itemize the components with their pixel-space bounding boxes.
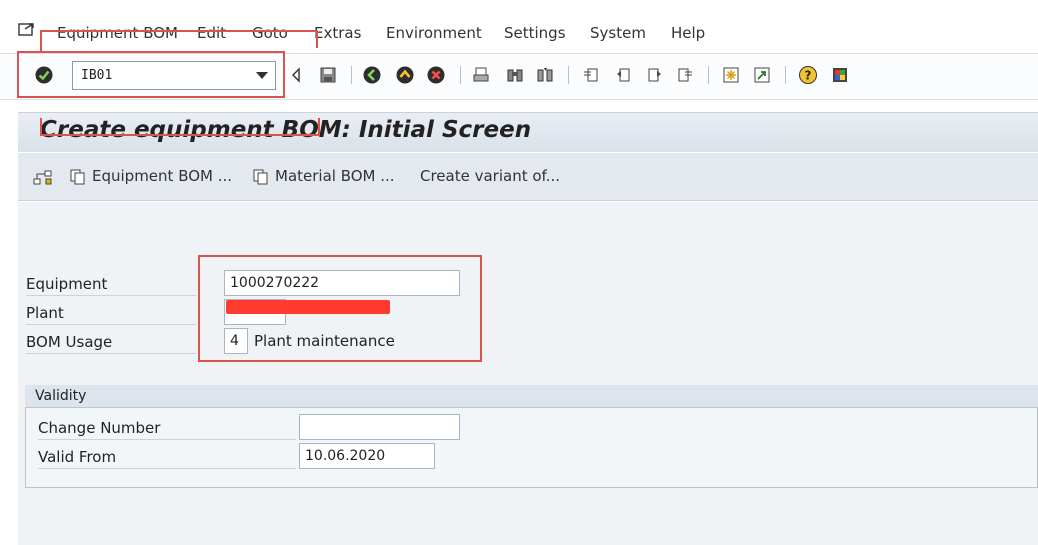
- annotation-highlight-box: [17, 51, 285, 98]
- menu-help[interactable]: Help: [671, 24, 705, 42]
- find-icon[interactable]: [505, 64, 525, 86]
- material-bom-button[interactable]: Material BOM ...: [275, 167, 395, 185]
- svg-text:?: ?: [805, 69, 812, 83]
- copy-icon: [68, 166, 88, 188]
- exit-icon[interactable]: [395, 64, 415, 86]
- page-title: Create equipment BOM: Initial Screen: [40, 117, 532, 143]
- plant-label: Plant: [26, 299, 196, 325]
- menu-system[interactable]: System: [590, 24, 646, 42]
- shortcut-icon[interactable]: [752, 64, 772, 86]
- equipment-label: Equipment: [26, 270, 196, 296]
- create-variant-button[interactable]: Create variant of...: [420, 167, 560, 185]
- valid-from-label: Valid From: [38, 444, 296, 469]
- toolbar-separator: [568, 66, 569, 84]
- hierarchy-icon[interactable]: [33, 166, 53, 188]
- annotation-line: [316, 30, 318, 48]
- previous-page-icon[interactable]: [613, 64, 633, 86]
- bom-usage-label: BOM Usage: [26, 328, 196, 354]
- new-session-icon[interactable]: [721, 64, 741, 86]
- first-page-icon[interactable]: [581, 64, 601, 86]
- toolbar-separator: [351, 66, 352, 84]
- back-icon[interactable]: [362, 64, 382, 86]
- annotation-line: [40, 30, 42, 51]
- annotation-line: [318, 118, 320, 136]
- collapse-left-icon[interactable]: [286, 64, 306, 86]
- next-page-icon[interactable]: [645, 64, 665, 86]
- menu-edit[interactable]: Edit: [197, 24, 226, 42]
- change-number-field[interactable]: [299, 414, 460, 440]
- last-page-icon[interactable]: [675, 64, 695, 86]
- annotation-highlight-box: [198, 255, 482, 362]
- menu-settings[interactable]: Settings: [504, 24, 566, 42]
- find-next-icon[interactable]: [535, 64, 555, 86]
- annotation-line: [40, 30, 318, 32]
- menu-goto[interactable]: Goto: [252, 24, 288, 42]
- menu-extras[interactable]: Extras: [314, 24, 361, 42]
- menu-environment[interactable]: Environment: [386, 24, 482, 42]
- toolbar-separator: [785, 66, 786, 84]
- menu-equipment-bom[interactable]: Equipment BOM: [57, 24, 178, 42]
- toolbar-separator: [460, 66, 461, 84]
- toolbar-separator: [708, 66, 709, 84]
- menu-bar: Equipment BOM Edit Goto Extras Environme…: [0, 0, 1038, 54]
- window-menu-icon[interactable]: [18, 22, 36, 38]
- validity-group-title: Validity: [25, 385, 1038, 408]
- help-icon[interactable]: ?: [798, 64, 818, 86]
- copy-icon: [251, 166, 271, 188]
- change-number-label: Change Number: [38, 415, 296, 440]
- customize-layout-icon[interactable]: [830, 64, 850, 86]
- print-icon[interactable]: [471, 64, 491, 86]
- valid-from-field[interactable]: 10.06.2020: [299, 443, 435, 469]
- save-icon[interactable]: [318, 64, 338, 86]
- cancel-icon[interactable]: [426, 64, 446, 86]
- content-area: [18, 202, 1038, 545]
- annotation-line: [40, 134, 320, 136]
- equipment-bom-button[interactable]: Equipment BOM ...: [92, 167, 232, 185]
